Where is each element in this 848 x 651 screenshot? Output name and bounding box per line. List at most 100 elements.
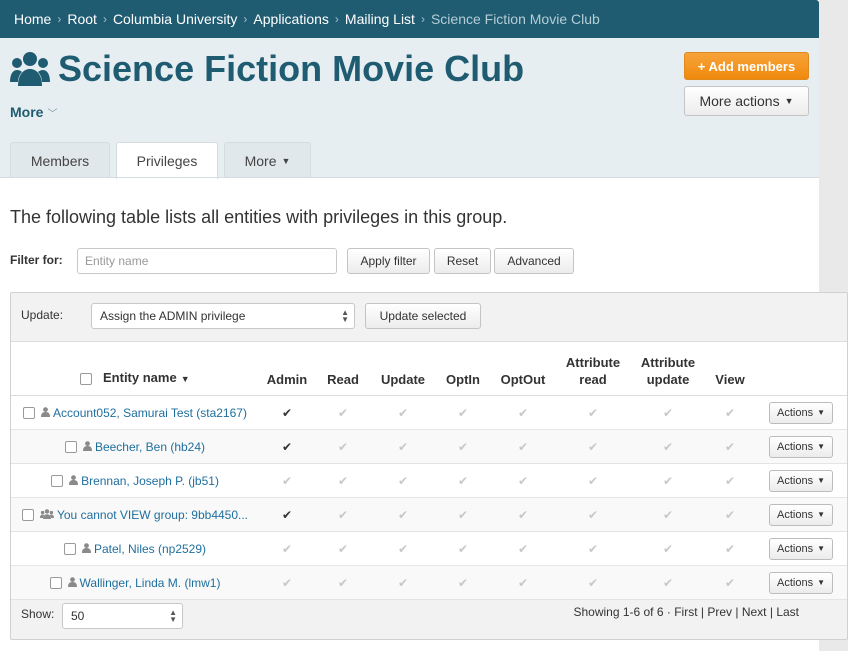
breadcrumb-separator-icon: › [334, 12, 339, 26]
sort-caret-icon: ▼ [180, 374, 190, 384]
column-entity-name[interactable]: Entity name ▼ [11, 341, 259, 396]
entity-link[interactable]: Patel, Niles (np2529) [94, 542, 206, 556]
privilege-cell: ✔ [315, 463, 371, 498]
breadcrumb-mailing-list[interactable]: Mailing List [345, 11, 415, 27]
privilege-cell: ✔ [435, 463, 491, 498]
row-actions-button[interactable]: Actions ▼ [769, 537, 833, 560]
caret-down-icon: ▼ [817, 544, 825, 553]
table-row: Beecher, Ben (hb24) ✔ ✔ ✔ ✔ ✔ ✔ ✔ ✔ Actions ▼ [11, 429, 847, 464]
select-all-checkbox[interactable] [80, 372, 93, 385]
entity-link[interactable]: You cannot VIEW group: 9bb4450... [57, 508, 248, 522]
privilege-select[interactable]: Assign the ADMIN privilege ▲ ▼ [91, 303, 355, 329]
row-checkbox[interactable] [21, 508, 34, 521]
privilege-cell: ✔ [705, 531, 755, 566]
person-icon [69, 474, 79, 488]
privilege-cell: ✔ [491, 395, 555, 430]
breadcrumb-separator-icon: › [57, 12, 62, 26]
update-selected-button[interactable]: Update selected [365, 303, 481, 329]
check-muted-icon: ✔ [397, 507, 409, 522]
row-checkbox[interactable] [49, 576, 62, 589]
check-muted-icon: ✔ [337, 439, 349, 454]
breadcrumb-root[interactable]: Root [67, 11, 97, 27]
check-muted-icon: ✔ [517, 541, 529, 556]
breadcrumb-home[interactable]: Home [14, 11, 51, 27]
apply-filter-button[interactable]: Apply filter [347, 248, 430, 274]
privilege-cell: ✔ [371, 565, 435, 600]
row-actions-button[interactable]: Actions ▼ [769, 435, 833, 458]
actions-label: Actions [777, 542, 814, 555]
advanced-button[interactable]: Advanced [494, 248, 574, 274]
pager-last[interactable]: Last [776, 605, 799, 619]
caret-down-icon: ▼ [817, 408, 825, 417]
reset-button[interactable]: Reset [434, 248, 491, 274]
privilege-cell: ✔ [631, 497, 705, 532]
add-members-button[interactable]: + Add members [684, 52, 809, 80]
breadcrumb-separator-icon: › [243, 12, 248, 26]
privilege-cell: ✔ [705, 429, 755, 464]
caret-down-icon: ▼ [817, 442, 825, 451]
actions-label: Actions [777, 406, 814, 419]
row-checkbox[interactable] [64, 440, 77, 453]
tab-divider [0, 177, 819, 178]
check-muted-icon: ✔ [724, 405, 736, 420]
check-muted-icon: ✔ [662, 439, 674, 454]
page-title: Science Fiction Movie Club [58, 48, 525, 89]
breadcrumb-separator-icon: › [420, 12, 425, 26]
privilege-select-value: Assign the ADMIN privilege [100, 309, 246, 323]
privilege-cell: ✔ [435, 565, 491, 600]
privilege-cell: ✔ [315, 565, 371, 600]
privilege-cell: ✔ [371, 463, 435, 498]
check-muted-icon: ✔ [662, 541, 674, 556]
row-actions-button[interactable]: Actions ▼ [769, 401, 833, 424]
privilege-cell: ✔ [555, 463, 631, 498]
privilege-cell: ✔ [555, 531, 631, 566]
check-muted-icon: ✔ [517, 439, 529, 454]
row-actions-button[interactable]: Actions ▼ [769, 571, 833, 594]
privilege-cell: ✔ [435, 531, 491, 566]
privilege-cell: ✔ [259, 531, 315, 566]
entity-name-filter-input[interactable] [77, 248, 337, 274]
check-muted-icon: ✔ [587, 507, 599, 522]
privilege-cell: ✔ [631, 565, 705, 600]
pager-next[interactable]: Next [742, 605, 767, 619]
check-muted-icon: ✔ [662, 575, 674, 590]
tab-privileges[interactable]: Privileges [116, 142, 218, 179]
more-actions-button[interactable]: More actions ▼ [684, 86, 809, 116]
privilege-cell: ✔ [491, 497, 555, 532]
column-optout: OptOut [491, 341, 555, 396]
row-checkbox[interactable] [23, 406, 36, 419]
privilege-cell: ✔ [705, 497, 755, 532]
privilege-cell: ✔ [259, 429, 315, 464]
breadcrumb-columbia-university[interactable]: Columbia University [113, 11, 237, 27]
row-actions-button[interactable]: Actions ▼ [769, 503, 833, 526]
entity-link[interactable]: Wallinger, Linda M. (lmw1) [80, 576, 221, 590]
tab-more[interactable]: More ▼ [224, 142, 311, 178]
page-size-select[interactable]: 50 ▲ ▼ [62, 603, 183, 629]
privilege-cell: ✔ [555, 497, 631, 532]
check-muted-icon: ✔ [397, 405, 409, 420]
entity-cell: Brennan, Joseph P. (jb51) [11, 463, 259, 498]
row-actions-button[interactable]: Actions ▼ [769, 469, 833, 492]
tab-members[interactable]: Members [10, 142, 110, 178]
check-muted-icon: ✔ [724, 507, 736, 522]
row-checkbox[interactable] [63, 542, 76, 555]
privilege-cell: ✔ [435, 429, 491, 464]
check-muted-icon: ✔ [662, 473, 674, 488]
breadcrumb-applications[interactable]: Applications [253, 11, 329, 27]
pager-prev[interactable]: Prev [707, 605, 732, 619]
breadcrumb-separator-icon: › [102, 12, 107, 26]
page-card: Home › Root › Columbia University › Appl… [0, 0, 848, 651]
select-arrows-icon: ▲ ▼ [341, 308, 349, 324]
entity-link[interactable]: Beecher, Ben (hb24) [95, 440, 205, 454]
privilege-cell: ✔ [555, 395, 631, 430]
group-icon [39, 508, 54, 522]
entity-link[interactable]: Account052, Samurai Test (sta2167) [53, 406, 247, 420]
caret-down-icon: ▼ [281, 155, 291, 166]
pager-first[interactable]: First [674, 605, 697, 619]
row-checkbox[interactable] [51, 474, 64, 487]
entity-cell: Beecher, Ben (hb24) [11, 429, 259, 464]
actions-label: Actions [777, 440, 814, 453]
more-dropdown-link[interactable]: More ﹀ [10, 104, 57, 120]
entity-link[interactable]: Brennan, Joseph P. (jb51) [81, 474, 219, 488]
check-muted-icon: ✔ [517, 507, 529, 522]
